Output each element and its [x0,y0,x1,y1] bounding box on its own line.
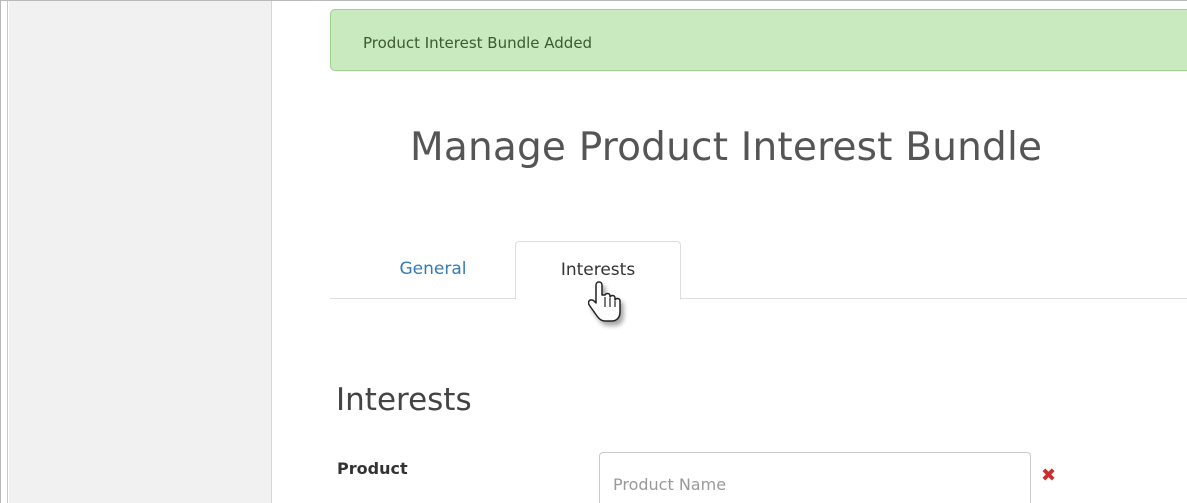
section-title: Interests [336,382,472,418]
remove-x-icon[interactable]: ✖ [1041,467,1056,485]
tab-general[interactable]: General [358,241,508,299]
sidebar [9,1,272,503]
success-alert: Product Interest Bundle Added [330,9,1187,71]
page-title: Manage Product Interest Bundle [410,125,1043,170]
alert-message: Product Interest Bundle Added [363,34,593,52]
main-content: Product Interest Bundle Added Manage Pro… [273,1,1187,503]
product-label: Product [337,459,408,478]
app-window: Product Interest Bundle Added Manage Pro… [0,0,1187,503]
tab-bar: General Interests [330,241,1187,300]
hand-pointer-icon [588,281,621,322]
product-name-input[interactable] [599,452,1031,503]
window-edge [0,1,8,503]
